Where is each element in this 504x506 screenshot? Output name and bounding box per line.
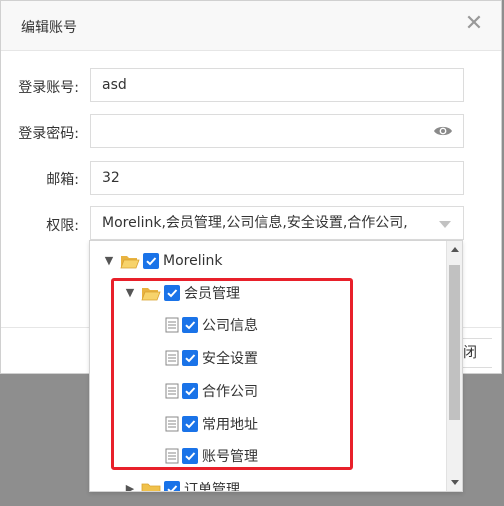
folder-open-icon [141,288,161,301]
document-icon [165,448,179,464]
chevron-down-icon[interactable]: ▼ [102,254,116,268]
checkbox-checked-icon[interactable] [182,383,198,399]
dialog-header: 编辑账号 ✕ [1,1,501,51]
document-icon [165,350,179,366]
checkbox-checked-icon[interactable] [143,253,159,269]
tree-node-label: 公司信息 [202,318,258,334]
permission-label: 权限: [46,218,79,234]
scroll-up-icon[interactable] [451,247,459,252]
email-label: 邮箱: [46,172,79,188]
tree-scrollbar[interactable] [446,241,462,491]
tree-leaf-security-settings[interactable]: 安全设置 [163,346,258,370]
tree-node-label: 合作公司 [202,384,258,400]
tree-node-order-management[interactable]: ▶ 订单管理 [123,477,240,492]
tree-node-label: 常用地址 [202,417,258,433]
checkbox-checked-icon[interactable] [182,416,198,432]
scroll-down-icon[interactable] [451,480,459,485]
tree-node-label: 账号管理 [202,449,258,465]
document-icon [165,416,179,432]
chevron-down-icon[interactable]: ▼ [123,286,137,300]
tree-node-label: 会员管理 [184,286,240,302]
account-label: 登录账号: [18,80,79,96]
close-icon[interactable]: ✕ [463,13,485,35]
tree-node-morelink[interactable]: ▼ Morelink [102,249,222,273]
tree-leaf-partner-company[interactable]: 合作公司 [163,379,258,403]
permission-select-value: Morelink,会员管理,公司信息,安全设置,合作公司, [102,215,408,231]
eye-icon[interactable] [433,124,453,138]
account-input[interactable]: asd [90,68,464,102]
tree-node-label: Morelink [163,253,223,269]
tree-node-label: 安全设置 [202,351,258,367]
checkbox-checked-icon[interactable] [182,350,198,366]
checkbox-checked-icon[interactable] [164,285,180,301]
document-icon [165,383,179,399]
tree-leaf-account-management[interactable]: 账号管理 [163,444,258,468]
chevron-right-icon[interactable]: ▶ [123,482,137,491]
chevron-down-icon[interactable] [439,221,451,228]
tree-leaf-company-info[interactable]: 公司信息 [163,313,258,337]
dialog-title: 编辑账号 [21,20,77,36]
password-label: 登录密码: [18,126,79,142]
permission-tree-dropdown[interactable]: ▼ Morelink ▼ 会员管理 公司信息 安全设置 合作公司 常用地址 账号… [89,240,463,492]
tree-node-label: 订单管理 [184,482,240,492]
folder-open-icon [120,256,140,269]
checkbox-checked-icon[interactable] [164,481,180,491]
folder-icon [141,483,161,491]
permission-select[interactable]: Morelink,会员管理,公司信息,安全设置,合作公司, [90,206,464,240]
tree-node-member-management[interactable]: ▼ 会员管理 [123,281,240,305]
checkbox-checked-icon[interactable] [182,448,198,464]
tree-leaf-common-address[interactable]: 常用地址 [163,412,258,436]
checkbox-checked-icon[interactable] [182,317,198,333]
password-input[interactable] [90,114,464,148]
scrollbar-thumb[interactable] [449,265,460,420]
document-icon [165,317,179,333]
email-input[interactable]: 32 [90,161,464,195]
